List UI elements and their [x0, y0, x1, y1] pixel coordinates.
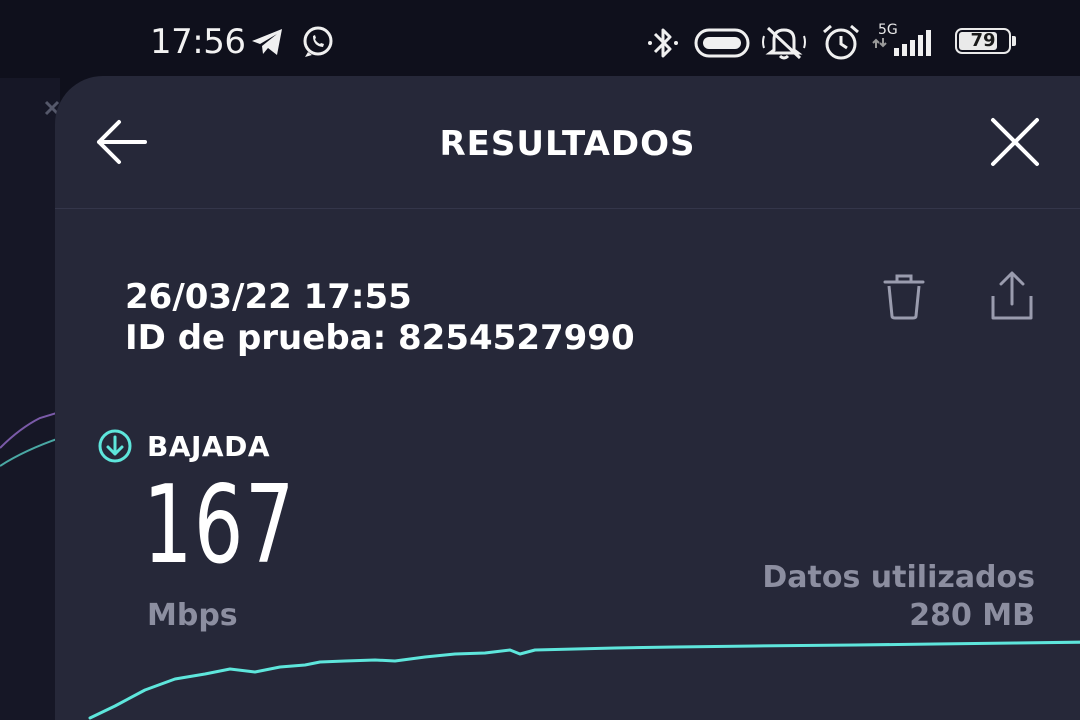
battery-tip — [1012, 36, 1016, 46]
screen: 17:56 5G 79 RESULTADOS 26/03/22 17:55 ID… — [0, 0, 1080, 720]
signal-icon — [872, 30, 931, 56]
close-button[interactable] — [985, 114, 1045, 170]
battery-icon: 79 — [955, 28, 1017, 56]
download-speed-graph — [88, 640, 1080, 720]
data-used-label: Datos utilizados — [762, 560, 1035, 595]
status-bar: 17:56 5G 79 — [0, 0, 1080, 78]
download-arrow-icon — [98, 429, 132, 463]
telegram-icon — [252, 29, 282, 55]
download-speed-line — [88, 640, 1080, 720]
vpn-icon — [694, 28, 750, 58]
muted-bell-icon — [762, 26, 806, 60]
page-title: RESULTADOS — [439, 124, 696, 164]
data-used-value: 280 MB — [909, 598, 1035, 633]
close-icon — [991, 118, 1039, 166]
download-label: BAJADA — [147, 430, 271, 463]
download-speed-value: 167 — [143, 463, 296, 588]
results-sheet: RESULTADOS 26/03/22 17:55 ID de prueba: … — [55, 76, 1080, 720]
test-id: ID de prueba: 8254527990 — [125, 318, 635, 358]
background-app — [0, 78, 61, 720]
bluetooth-icon — [648, 28, 678, 58]
alarm-icon — [823, 24, 859, 60]
background-graph — [0, 100, 61, 467]
test-datetime: 26/03/22 17:55 — [125, 277, 412, 317]
download-speed-unit: Mbps — [147, 598, 238, 633]
results-header: RESULTADOS — [55, 76, 1080, 209]
delete-button[interactable] — [875, 268, 933, 326]
battery-level: 79 — [970, 30, 996, 51]
share-icon — [991, 271, 1033, 320]
status-time: 17:56 — [150, 22, 246, 62]
whatsapp-icon — [303, 26, 333, 57]
trash-icon — [883, 274, 925, 320]
share-button[interactable] — [983, 268, 1041, 326]
